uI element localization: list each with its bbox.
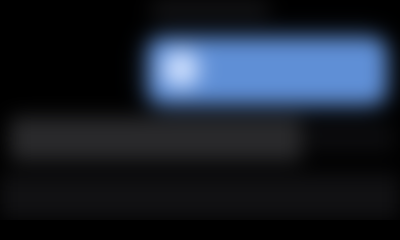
bottom-row[interactable]	[0, 174, 400, 220]
blurred-screen	[0, 0, 400, 220]
glow-icon	[158, 46, 204, 92]
blurred-content	[0, 0, 400, 220]
dark-row-segment	[305, 124, 395, 152]
gray-row[interactable]	[10, 117, 302, 161]
top-shadow-region	[150, 0, 270, 18]
